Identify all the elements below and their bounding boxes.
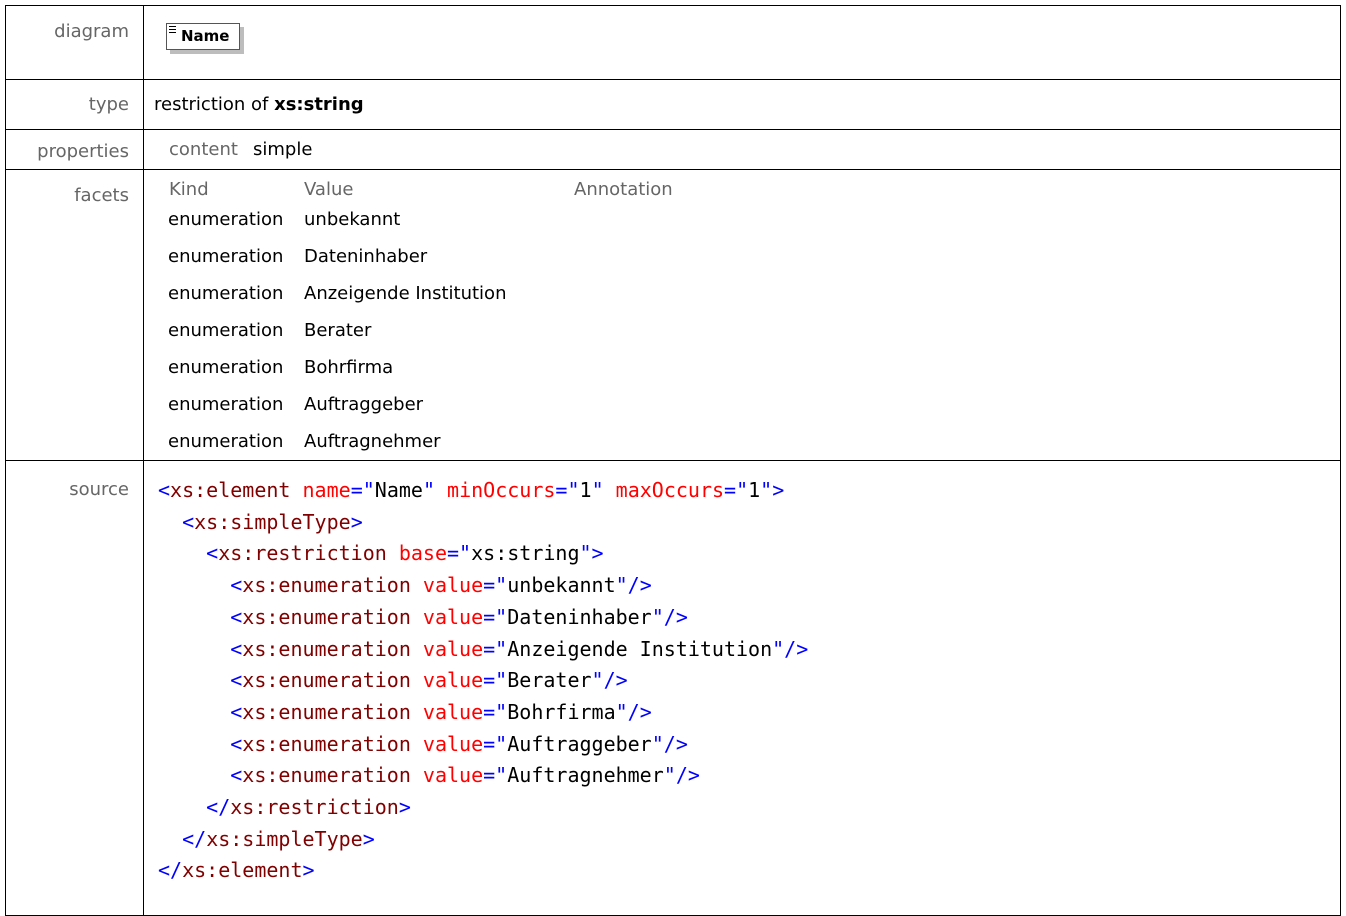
facet-value: Anzeigende Institution: [304, 283, 507, 304]
facet-annotation: [574, 386, 1340, 423]
facets-header-annotation: Annotation: [574, 179, 673, 200]
facet-value: Auftragnehmer: [304, 431, 441, 452]
element-diagram-box[interactable]: Name: [166, 23, 241, 50]
facet-row: enumeration Dateninhaber: [144, 238, 1340, 275]
facet-kind: enumeration: [168, 209, 284, 230]
property-key: content: [169, 139, 238, 160]
facet-value: Berater: [304, 320, 372, 341]
facets-header-value: Value: [304, 179, 354, 200]
src-enum-value: Auftragnehmer: [507, 763, 664, 788]
xml-source-code: <xs:element name="Name" minOccurs="1" ma…: [158, 478, 809, 883]
property-value: simple: [253, 139, 313, 160]
row-source: source <xs:element name="Name" minOccurs…: [5, 460, 1341, 916]
facet-row: enumeration Auftragnehmer: [144, 423, 1340, 460]
facet-row: enumeration Berater: [144, 312, 1340, 349]
properties-cell: content simple: [143, 129, 1341, 170]
facet-annotation: [574, 312, 1340, 349]
facets-header-kind: Kind: [169, 179, 209, 200]
src-enum-value: Berater: [507, 668, 592, 693]
facet-annotation: [574, 275, 1340, 312]
facet-kind: enumeration: [168, 246, 284, 267]
facet-row: enumeration unbekannt: [144, 201, 1340, 238]
row-facets: facets Kind Value Annotation enumeration…: [5, 169, 1341, 461]
src-enum-value: Bohrfirma: [507, 699, 616, 724]
facet-annotation: [574, 238, 1340, 275]
src-enum-value: Anzeigende Institution: [507, 636, 773, 661]
label-facets: facets: [5, 169, 144, 461]
src-max-occurs: 1: [748, 478, 761, 502]
type-base-link[interactable]: xs:string: [274, 94, 364, 115]
facet-row: enumeration Bohrfirma: [144, 349, 1340, 386]
facets-cell: Kind Value Annotation enumeration unbeka…: [143, 169, 1341, 461]
label-source: source: [5, 460, 144, 916]
row-type: type restriction of xs:string: [5, 79, 1341, 130]
element-diagram-name: Name: [181, 27, 230, 45]
type-cell: restriction of xs:string: [143, 79, 1341, 130]
facet-kind: enumeration: [168, 283, 284, 304]
src-enum-value: Auftraggeber: [507, 731, 652, 756]
src-min-occurs: 1: [579, 478, 592, 502]
facet-value: Auftraggeber: [304, 394, 424, 415]
facet-kind: enumeration: [168, 357, 284, 378]
facet-row: enumeration Auftraggeber: [144, 386, 1340, 423]
facet-kind: enumeration: [168, 320, 284, 341]
label-properties: properties: [5, 129, 144, 170]
label-type: type: [5, 79, 144, 130]
row-diagram: diagram Name: [5, 5, 1341, 80]
src-enum-value: Dateninhaber: [507, 604, 652, 629]
src-element-name: Name: [374, 478, 423, 502]
facets-header: Kind Value Annotation: [144, 179, 1340, 201]
facet-kind: enumeration: [168, 394, 284, 415]
facet-annotation: [574, 349, 1340, 386]
source-cell: <xs:element name="Name" minOccurs="1" ma…: [143, 460, 1341, 916]
facet-annotation: [574, 423, 1340, 460]
src-enum-value: unbekannt: [507, 573, 616, 598]
element-lines-icon: [169, 26, 176, 33]
src-restriction-base: xs:string: [471, 541, 580, 566]
facet-value: Dateninhaber: [304, 246, 428, 267]
facet-value: Bohrfirma: [304, 357, 394, 378]
type-prefix: restriction of: [154, 94, 275, 115]
diagram-cell: Name: [143, 5, 1341, 80]
schema-doc-table: diagram Name type restriction of xs:stri…: [5, 5, 1341, 916]
facet-annotation: [574, 201, 1340, 238]
facet-kind: enumeration: [168, 431, 284, 452]
row-properties: properties content simple: [5, 129, 1341, 170]
facet-value: unbekannt: [304, 209, 401, 230]
facet-row: enumeration Anzeigende Institution: [144, 275, 1340, 312]
label-diagram: diagram: [5, 5, 144, 80]
